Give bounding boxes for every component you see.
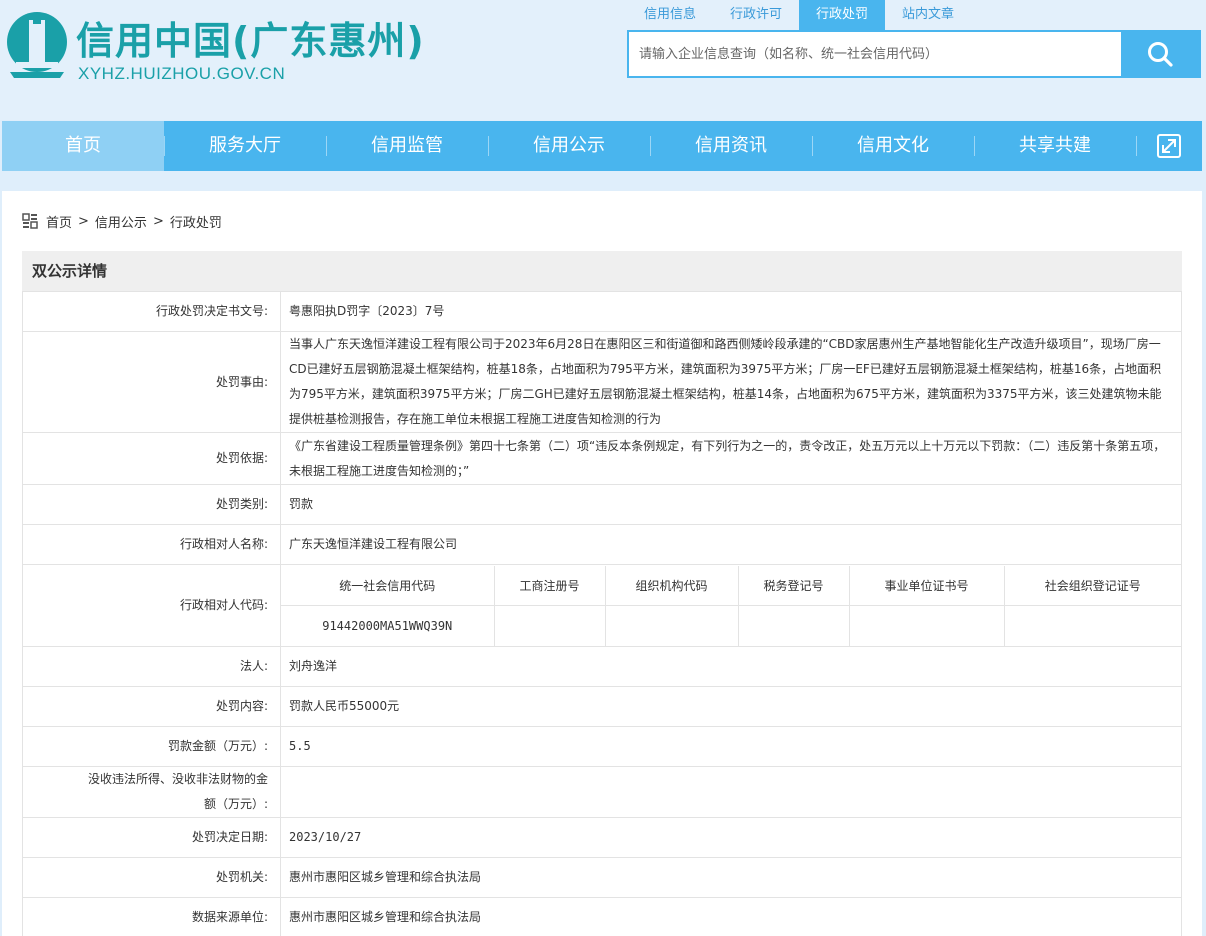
nav-item-credit-supervision[interactable]: 信用监管	[326, 121, 488, 171]
row-label: 处罚机关:	[22, 857, 281, 898]
breadcrumb-separator: >	[78, 213, 89, 229]
breadcrumb-admin-penalty[interactable]: 行政处罚	[170, 212, 222, 231]
codes-table: 统一社会信用代码 工商注册号 组织机构代码 税务登记号 事业单位证书号 社会组织…	[281, 565, 1181, 646]
row-value: 惠州市惠阳区城乡管理和综合执法局	[280, 857, 1182, 898]
row-value	[280, 766, 1182, 818]
logo-emblem-icon	[7, 12, 67, 78]
row-label: 处罚内容:	[22, 686, 281, 727]
row-value: 粤惠阳执D罚字〔2023〕7号	[280, 291, 1182, 332]
grid-icon	[22, 213, 38, 229]
table-row: 处罚内容: 罚款人民币55000元	[22, 686, 1182, 727]
content-area: 首页 > 信用公示 > 行政处罚 双公示详情 行政处罚决定书文号: 粤惠阳执D罚…	[2, 191, 1202, 936]
expand-icon	[1157, 134, 1181, 158]
row-label: 行政相对人名称:	[22, 524, 281, 565]
search-tab-credit-info[interactable]: 信用信息	[627, 0, 713, 30]
search-button[interactable]	[1121, 32, 1199, 76]
table-row: 罚款金额（万元）: 5.5	[22, 726, 1182, 767]
nav-item-co-build[interactable]: 共享共建	[974, 121, 1136, 171]
table-row: 行政相对人名称: 广东天逸恒洋建设工程有限公司	[22, 524, 1182, 565]
codes-value	[849, 605, 1005, 646]
site-header: 信用中国(广东惠州) XYHZ.HUIZHOU.GOV.CN 信用信息 行政许可…	[0, 0, 1206, 120]
search-box	[627, 30, 1201, 78]
site-title: 信用中国(广东惠州)	[76, 19, 425, 63]
breadcrumb-separator: >	[152, 213, 164, 229]
table-row: 处罚类别: 罚款	[22, 484, 1182, 525]
codes-value-row: 91442000MA51WWQ39N	[281, 605, 1181, 646]
row-label: 行政相对人代码:	[22, 564, 281, 647]
codes-header: 税务登记号	[738, 565, 850, 606]
nav-item-credit-news[interactable]: 信用资讯	[650, 121, 812, 171]
codes-value: 91442000MA51WWQ39N	[281, 605, 495, 646]
row-value: 5.5	[280, 726, 1182, 767]
panel-title: 双公示详情	[22, 251, 1182, 291]
site-logo[interactable]: 信用中国(广东惠州) XYHZ.HUIZHOU.GOV.CN	[6, 6, 426, 86]
codes-header: 事业单位证书号	[849, 565, 1005, 606]
table-row: 数据来源单位: 惠州市惠阳区城乡管理和综合执法局	[22, 897, 1182, 936]
row-label: 法人:	[22, 646, 281, 687]
row-label: 数据来源单位:	[22, 897, 281, 936]
codes-header: 组织机构代码	[605, 565, 739, 606]
search-icon	[1148, 42, 1173, 67]
nav-item-credit-culture[interactable]: 信用文化	[812, 121, 974, 171]
breadcrumb: 首页 > 信用公示 > 行政处罚	[22, 211, 222, 231]
codes-value	[494, 605, 606, 646]
search-tab-site-articles[interactable]: 站内文章	[885, 0, 971, 30]
row-label: 行政处罚决定书文号:	[22, 291, 281, 332]
search-tab-admin-penalty[interactable]: 行政处罚	[799, 0, 886, 30]
codes-value	[1004, 606, 1181, 646]
nav-expand-button[interactable]	[1136, 121, 1202, 171]
row-value: 广东天逸恒洋建设工程有限公司	[280, 524, 1182, 565]
nav-item-service-hall[interactable]: 服务大厅	[164, 121, 326, 171]
table-row: 处罚决定日期: 2023/10/27	[22, 817, 1182, 858]
codes-header: 统一社会信用代码	[281, 565, 495, 606]
row-label: 处罚决定日期:	[22, 817, 281, 858]
nav-item-credit-publicity[interactable]: 信用公示	[488, 121, 650, 171]
breadcrumb-credit-publicity[interactable]: 信用公示	[95, 212, 147, 231]
search-input[interactable]	[629, 32, 1121, 76]
row-value: 《广东省建设工程质量管理条例》第四十七条第（二）项“违反本条例规定，有下列行为之…	[280, 432, 1182, 485]
codes-cell: 统一社会信用代码 工商注册号 组织机构代码 税务登记号 事业单位证书号 社会组织…	[280, 564, 1182, 647]
table-row: 法人: 刘舟逸洋	[22, 646, 1182, 687]
breadcrumb-home[interactable]: 首页	[46, 212, 72, 231]
codes-value	[605, 605, 739, 646]
row-value: 罚款	[280, 484, 1182, 525]
table-row: 没收违法所得、没收非法财物的金额（万元）:	[22, 766, 1182, 818]
detail-table: 行政处罚决定书文号: 粤惠阳执D罚字〔2023〕7号 处罚事由: 当事人广东天逸…	[22, 291, 1182, 936]
row-label: 没收违法所得、没收非法财物的金额（万元）:	[22, 766, 281, 818]
table-row: 处罚依据: 《广东省建设工程质量管理条例》第四十七条第（二）项“违反本条例规定，…	[22, 432, 1182, 485]
main-nav: 首页 服务大厅 信用监管 信用公示 信用资讯 信用文化 共享共建	[2, 121, 1202, 171]
row-label: 处罚依据:	[22, 432, 281, 485]
codes-header-row: 统一社会信用代码 工商注册号 组织机构代码 税务登记号 事业单位证书号 社会组织…	[281, 565, 1181, 606]
nav-item-home[interactable]: 首页	[2, 121, 164, 171]
row-label: 罚款金额（万元）:	[22, 726, 281, 767]
table-row: 行政相对人代码: 统一社会信用代码 工商注册号 组织机构代码 税务登记号 事业单…	[22, 564, 1182, 647]
search-tab-admin-license[interactable]: 行政许可	[713, 0, 799, 30]
row-value: 罚款人民币55000元	[280, 686, 1182, 727]
table-row: 处罚事由: 当事人广东天逸恒洋建设工程有限公司于2023年6月28日在惠阳区三和…	[22, 331, 1182, 433]
table-row: 处罚机关: 惠州市惠阳区城乡管理和综合执法局	[22, 857, 1182, 898]
codes-value	[738, 605, 850, 646]
table-row: 行政处罚决定书文号: 粤惠阳执D罚字〔2023〕7号	[22, 291, 1182, 332]
row-value: 惠州市惠阳区城乡管理和综合执法局	[280, 897, 1182, 936]
site-url: XYHZ.HUIZHOU.GOV.CN	[78, 64, 286, 83]
codes-header: 工商注册号	[494, 565, 606, 606]
search-tabs: 信用信息 行政许可 行政处罚 站内文章	[627, 0, 971, 30]
detail-panel: 双公示详情 行政处罚决定书文号: 粤惠阳执D罚字〔2023〕7号 处罚事由: 当…	[22, 251, 1182, 936]
row-value: 刘舟逸洋	[280, 646, 1182, 687]
row-label: 处罚事由:	[22, 331, 281, 433]
row-value: 当事人广东天逸恒洋建设工程有限公司于2023年6月28日在惠阳区三和街道御和路西…	[280, 331, 1182, 433]
row-value: 2023/10/27	[280, 817, 1182, 858]
row-label: 处罚类别:	[22, 484, 281, 525]
codes-header: 社会组织登记证号	[1004, 565, 1181, 606]
